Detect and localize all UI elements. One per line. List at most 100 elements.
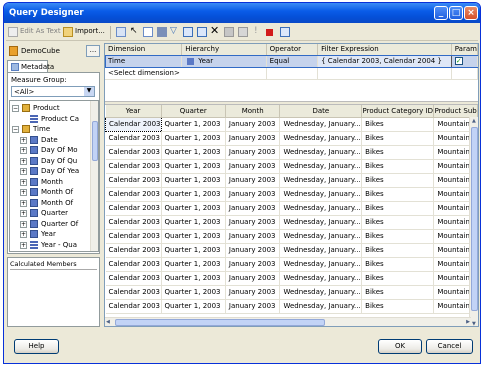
filter-col-hierarchy[interactable]: Hierarchy xyxy=(181,44,267,56)
results-col-quarter[interactable]: Quarter xyxy=(161,105,226,118)
table-cell[interactable]: Quarter 1, 2003 xyxy=(161,131,226,146)
results-vertical-thumb[interactable] xyxy=(471,127,478,311)
table-cell[interactable]: January 2003 xyxy=(225,229,281,244)
table-cell[interactable]: Wednesday, January... xyxy=(279,131,363,146)
table-cell[interactable]: Quarter 1, 2003 xyxy=(161,201,226,216)
table-cell[interactable]: Wednesday, January... xyxy=(279,229,363,244)
pointer-icon[interactable]: ↖ xyxy=(130,26,140,36)
table-cell[interactable]: Bikes xyxy=(361,215,435,230)
table-cell[interactable]: Quarter 1, 2003 xyxy=(161,257,226,272)
table-cell[interactable]: Calendar 2003 xyxy=(105,201,162,216)
table-row[interactable]: Calendar 2003 Quarter 1, 2003 January 2003… xyxy=(105,116,478,132)
tab-metadata[interactable]: Metadata xyxy=(7,60,54,72)
title-bar[interactable]: Query Designer xyxy=(4,3,480,23)
table-cell[interactable]: Calendar 2003 xyxy=(105,145,162,160)
table-cell[interactable]: Calendar 2003 xyxy=(105,131,162,146)
minimize-button[interactable]: _ xyxy=(434,6,448,20)
metadata-tree[interactable]: − Product Product Ca − Time + Date + Day Of Mo + D… xyxy=(9,100,99,252)
table-cell[interactable]: January 2003 xyxy=(225,257,281,272)
table-cell[interactable]: Calendar 2003 xyxy=(105,285,162,300)
scroll-up-icon[interactable]: ▲ xyxy=(472,118,476,124)
table-cell[interactable]: January 2003 xyxy=(225,215,281,230)
table-cell[interactable]: Bikes xyxy=(361,159,435,174)
table-cell[interactable]: January 2003 xyxy=(225,271,281,286)
expand-icon[interactable]: + xyxy=(20,199,27,207)
table-cell[interactable]: Calendar 2003 xyxy=(105,215,162,230)
table-cell[interactable]: Wednesday, January... xyxy=(279,145,363,160)
table-cell[interactable]: January 2003 xyxy=(225,187,281,202)
table-cell[interactable]: Wednesday, January... xyxy=(279,215,363,230)
scroll-right-icon[interactable]: ▶ xyxy=(466,319,470,325)
table-cell[interactable]: Calendar 2003 xyxy=(105,299,162,314)
edit-as-text-button[interactable]: Edit As Text xyxy=(20,27,61,35)
table-cell[interactable]: Quarter 1, 2003 xyxy=(161,243,226,258)
expand-icon[interactable]: + xyxy=(20,210,27,217)
expand-icon[interactable]: + xyxy=(20,157,27,165)
expand-icon[interactable]: + xyxy=(20,189,27,196)
table-cell[interactable]: January 2003 xyxy=(225,299,281,314)
table-row[interactable]: Calendar 2003 Quarter 1, 2003 January 2003… xyxy=(105,131,478,146)
filter-new-row[interactable]: <Select dimension> xyxy=(105,67,478,80)
select-dimension-placeholder[interactable]: <Select dimension> xyxy=(105,67,267,80)
table-cell[interactable]: Bikes xyxy=(361,243,435,258)
table-cell[interactable]: Quarter 1, 2003 xyxy=(161,145,226,160)
table-cell[interactable]: Wednesday, January... xyxy=(279,299,363,314)
table-row[interactable]: Calendar 2003 Quarter 1, 2003 January 2003… xyxy=(105,285,478,300)
table-cell[interactable]: Calendar 2003 xyxy=(105,187,162,202)
table-cell[interactable]: Bikes xyxy=(361,173,435,188)
ok-button[interactable]: OK xyxy=(378,339,422,354)
expand-icon[interactable]: + xyxy=(20,178,27,186)
exclamation-icon[interactable]: ! xyxy=(254,26,264,36)
stop-icon[interactable] xyxy=(266,29,273,36)
table-cell[interactable]: Wednesday, January... xyxy=(279,187,363,202)
show-empty-cells-icon[interactable] xyxy=(157,27,167,37)
filter-col-parameter[interactable]: Param xyxy=(451,44,478,56)
filter-col-dimension[interactable]: Dimension xyxy=(105,44,183,56)
table-cell[interactable]: January 2003 xyxy=(225,117,281,132)
table-row[interactable]: Calendar 2003 Quarter 1, 2003 January 2003… xyxy=(105,201,478,216)
table-row[interactable]: Calendar 2003 Quarter 1, 2003 January 2003… xyxy=(105,271,478,286)
expand-icon[interactable]: + xyxy=(20,136,27,144)
table-row[interactable]: Calendar 2003 Quarter 1, 2003 January 2003… xyxy=(105,173,478,188)
table-cell[interactable]: Quarter 1, 2003 xyxy=(161,173,226,188)
table-cell[interactable]: Quarter 1, 2003 xyxy=(161,285,226,300)
expand-icon[interactable]: + xyxy=(20,147,27,154)
table-cell[interactable]: Bikes xyxy=(361,285,435,300)
show-aggregations-icon[interactable] xyxy=(197,27,207,37)
table-row[interactable]: Calendar 2003 Quarter 1, 2003 January 2003… xyxy=(105,243,478,258)
expand-icon[interactable]: + xyxy=(20,241,27,249)
table-cell[interactable]: Calendar 2003 xyxy=(105,116,162,132)
table-row[interactable]: Calendar 2003 Quarter 1, 2003 January 2003… xyxy=(105,229,478,244)
cancel-button[interactable]: Cancel xyxy=(426,339,473,354)
filter-col-operator[interactable]: Operator xyxy=(266,44,319,56)
maximize-button[interactable]: □ xyxy=(449,6,463,20)
table-cell[interactable]: Quarter 1, 2003 xyxy=(161,271,226,286)
browse-cube-button[interactable]: ... xyxy=(86,45,100,57)
add-calculated-member-icon[interactable] xyxy=(143,27,153,37)
expand-icon[interactable]: + xyxy=(20,220,27,228)
tree-scrollbar-thumb[interactable] xyxy=(92,121,98,161)
results-col-date[interactable]: Date xyxy=(279,105,363,118)
table-cell[interactable]: Wednesday, January... xyxy=(279,173,363,188)
table-cell[interactable]: January 2003 xyxy=(225,285,281,300)
table-cell[interactable]: Bikes xyxy=(361,145,435,160)
table-row[interactable]: Calendar 2003 Quarter 1, 2003 January 2003… xyxy=(105,299,478,314)
help-button[interactable]: Help xyxy=(14,339,59,354)
auto-execute-icon[interactable] xyxy=(183,27,193,37)
table-cell[interactable]: Bikes xyxy=(361,229,435,244)
results-horizontal-thumb[interactable] xyxy=(115,319,325,326)
results-col-product-category-id[interactable]: Product Category ID xyxy=(361,105,435,118)
filter-icon[interactable]: ▽ xyxy=(170,26,180,36)
table-cell[interactable]: Bikes xyxy=(361,131,435,146)
design-mode-icon[interactable] xyxy=(280,27,290,37)
table-row[interactable]: Calendar 2003 Quarter 1, 2003 January 2003… xyxy=(105,187,478,202)
table-cell[interactable]: Quarter 1, 2003 xyxy=(161,299,226,314)
table-cell[interactable]: Bikes xyxy=(361,271,435,286)
table-cell[interactable]: Calendar 2003 xyxy=(105,159,162,174)
table-row[interactable]: Calendar 2003 Quarter 1, 2003 January 2003… xyxy=(105,159,478,174)
filter-col-expression[interactable]: Filter Expression xyxy=(317,44,452,56)
import-button[interactable]: Import... xyxy=(75,27,105,35)
table-cell[interactable]: January 2003 xyxy=(225,131,281,146)
table-cell[interactable]: Bikes xyxy=(361,117,435,132)
results-col-product-subcategory[interactable]: Product Sub xyxy=(433,105,478,118)
